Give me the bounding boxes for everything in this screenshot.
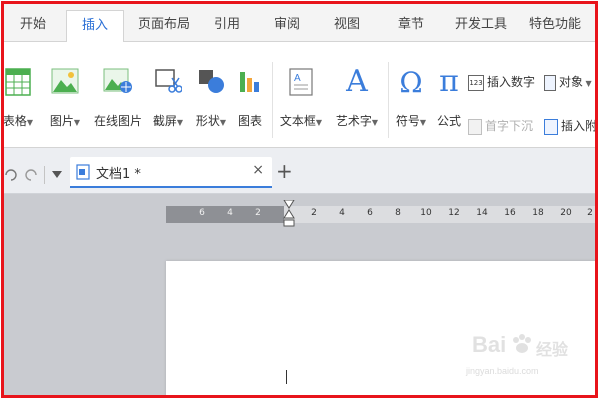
watermark-url: jingyan.baidu.com — [466, 366, 539, 376]
ruler-tick: 2 — [255, 208, 261, 218]
ruler-tick: 6 — [367, 208, 373, 218]
pi-icon: π — [439, 64, 459, 99]
object-label: 对象 — [559, 75, 584, 89]
tab-section[interactable]: 章节 — [388, 10, 434, 42]
text-cursor — [286, 370, 287, 384]
tab-page-layout[interactable]: 页面布局 — [130, 10, 198, 42]
undo-icon[interactable] — [4, 168, 18, 182]
textbox-tool[interactable]: A 文本框▼ — [274, 42, 328, 142]
drop-cap-icon — [468, 118, 482, 135]
screenshot-label: 截屏 — [152, 114, 177, 128]
tab-insert[interactable]: 插入 — [66, 10, 124, 43]
caret-down-icon: ▼ — [371, 118, 379, 127]
table-label: 表格 — [2, 114, 27, 128]
screenshot-tool[interactable]: 截屏▼ — [148, 42, 188, 142]
formula-tool[interactable]: π 公式 — [432, 42, 466, 142]
document-tab[interactable]: 文档1 * × — [70, 157, 272, 188]
shapes-label: 形状 — [195, 114, 220, 128]
tab-features[interactable]: 特色功能 — [520, 10, 590, 42]
document-icon — [76, 164, 90, 180]
ruler-tick: 18 — [532, 208, 544, 218]
baidu-watermark: Bai 经验 jingyan.baidu.com — [452, 326, 592, 386]
tab-view[interactable]: 视图 — [324, 10, 370, 42]
shapes-tool[interactable]: 形状▼ — [190, 42, 232, 142]
bar-chart-icon — [240, 72, 259, 92]
paw-logo-icon — [513, 334, 531, 353]
picture-icon — [51, 68, 79, 94]
chart-label: 图表 — [237, 114, 262, 128]
textbox-label: 文本框 — [279, 114, 316, 128]
picture-tool[interactable]: 图片▼ — [44, 42, 86, 142]
screenshot-frame: 开始 插入 页面布局 引用 审阅 视图 章节 开发工具 特色功能 表格▼ 图片▼… — [1, 1, 598, 398]
scissors-icon — [155, 69, 182, 93]
insert-number-icon: 123 — [468, 74, 484, 91]
ruler-tick: 4 — [227, 208, 233, 218]
table-tool[interactable]: 表格▼ — [2, 42, 38, 142]
wordart-icon: A — [346, 64, 368, 99]
chart-tool[interactable]: 图表 — [232, 42, 268, 142]
insert-number-label: 插入数字 — [487, 75, 536, 89]
online-picture-label: 在线图片 — [93, 114, 142, 128]
omega-icon: Ω — [399, 66, 423, 99]
object-icon — [544, 74, 556, 91]
caret-down-icon: ▼ — [583, 79, 592, 88]
ribbon-insert-panel: 表格▼ 图片▼ 在线图片 截屏▼ 形状▼ 图表 A 文本框▼ A 艺术字▼ Ω … — [4, 42, 595, 148]
ruler-tick: 6 — [199, 208, 205, 218]
new-tab-icon[interactable]: + — [276, 159, 293, 183]
dropdown-arrow-icon[interactable] — [52, 171, 62, 179]
symbol-label: 符号 — [395, 114, 420, 128]
ruler-tick: 16 — [504, 208, 516, 218]
object-button[interactable]: 对象 ▼ — [544, 71, 592, 93]
shapes-icon — [199, 70, 224, 93]
tab-references[interactable]: 引用 — [204, 10, 250, 42]
tab-developer[interactable]: 开发工具 — [448, 10, 514, 42]
watermark-brand-cn: 经验 — [536, 340, 569, 359]
tab-home[interactable]: 开始 — [10, 10, 56, 42]
ruler-tick: 20 — [560, 208, 572, 218]
attachment-icon — [544, 118, 558, 135]
formula-label: 公式 — [436, 114, 461, 128]
drop-cap-label: 首字下沉 — [485, 119, 534, 133]
ruler-tick: 14 — [476, 208, 488, 218]
ruler-tick: 2 — [587, 208, 593, 218]
tab-review[interactable]: 审阅 — [264, 10, 310, 42]
table-icon — [5, 68, 31, 96]
caret-down-icon: ▼ — [26, 118, 34, 127]
document-tab-bar: 文档1 * × + — [4, 148, 595, 194]
caret-down-icon: ▼ — [219, 118, 227, 127]
toolbar-divider — [44, 166, 45, 184]
insert-attachment-label: 插入附 — [561, 119, 598, 133]
online-picture-icon — [103, 68, 132, 93]
wordart-tool[interactable]: A 艺术字▼ — [330, 42, 384, 142]
watermark-brand: Bai — [472, 332, 507, 357]
symbol-tool[interactable]: Ω 符号▼ — [390, 42, 432, 142]
insert-attachment-button[interactable]: 插入附 — [544, 115, 598, 137]
svg-text:A: A — [294, 73, 301, 84]
ruler-tick: 4 — [339, 208, 345, 218]
caret-down-icon: ▼ — [176, 118, 184, 127]
wordart-label: 艺术字 — [335, 114, 372, 128]
online-picture-tool[interactable]: 在线图片 — [90, 42, 146, 142]
indent-marker-icon[interactable] — [283, 200, 295, 230]
ribbon-tab-strip: 开始 插入 页面布局 引用 审阅 视图 章节 开发工具 特色功能 — [4, 4, 595, 43]
document-tab-title: 文档1 * — [96, 167, 141, 182]
horizontal-ruler[interactable]: 6 4 2 2 4 6 8 10 12 14 16 18 20 2 — [166, 200, 595, 227]
ruler-tick: 2 — [311, 208, 317, 218]
picture-label: 图片 — [49, 114, 74, 128]
ribbon-divider — [388, 62, 389, 138]
redo-icon[interactable] — [24, 168, 38, 182]
caret-down-icon: ▼ — [73, 118, 81, 127]
ribbon-divider — [272, 62, 273, 138]
ruler-tick: 12 — [448, 208, 460, 218]
ruler-tick: 8 — [395, 208, 401, 218]
ruler-tick: 10 — [420, 208, 432, 218]
close-icon[interactable]: × — [252, 162, 264, 178]
caret-down-icon: ▼ — [315, 118, 323, 127]
textbox-icon: A — [289, 68, 313, 96]
insert-number-button[interactable]: 123 插入数字 — [468, 71, 535, 93]
drop-cap-button[interactable]: 首字下沉 — [468, 115, 533, 137]
ruler-text-area — [284, 206, 595, 223]
caret-down-icon: ▼ — [419, 118, 427, 127]
